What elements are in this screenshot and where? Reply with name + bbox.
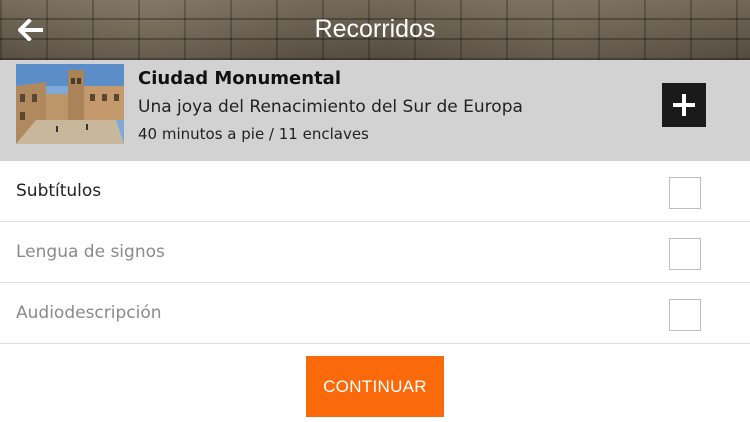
route-subtitle: Una joya del Renacimiento del Sur de Eur… xyxy=(138,97,523,117)
option-row-subtitles[interactable]: Subtítulos xyxy=(0,161,750,222)
option-label: Lengua de signos xyxy=(16,242,165,262)
app-header: Recorridos xyxy=(0,0,750,60)
continue-button[interactable]: CONTINUAR xyxy=(306,356,444,417)
option-row-audio-description[interactable]: Audiodescripción xyxy=(0,283,750,344)
audio-description-checkbox[interactable] xyxy=(669,299,701,331)
route-card: Ciudad Monumental Una joya del Renacimie… xyxy=(0,60,750,161)
route-thumbnail xyxy=(16,64,124,144)
option-label: Audiodescripción xyxy=(16,303,162,323)
sign-language-checkbox[interactable] xyxy=(669,238,701,270)
option-label: Subtítulos xyxy=(16,181,102,201)
plus-icon xyxy=(673,94,695,116)
route-meta: 40 minutos a pie / 11 enclaves xyxy=(138,125,369,143)
option-row-sign-language[interactable]: Lengua de signos xyxy=(0,222,750,283)
page-title: Recorridos xyxy=(314,15,436,43)
subtitles-checkbox[interactable] xyxy=(669,177,701,209)
route-name: Ciudad Monumental xyxy=(138,68,341,89)
add-route-button[interactable] xyxy=(662,83,706,127)
